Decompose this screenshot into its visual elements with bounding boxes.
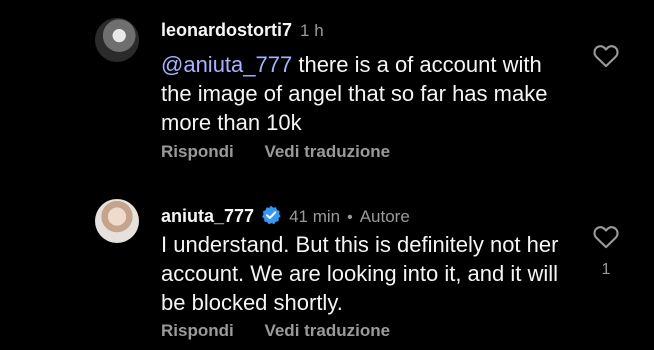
- timestamp: 1 h: [300, 21, 324, 40]
- comment-actions: Rispondi Vedi traduzione: [161, 142, 390, 162]
- translate-button[interactable]: Vedi traduzione: [264, 321, 390, 340]
- mention-link[interactable]: @aniuta_777: [161, 52, 292, 77]
- timestamp: 41 min: [289, 207, 341, 226]
- translate-button[interactable]: Vedi traduzione: [264, 142, 390, 161]
- comment-text: I understand. But this is definitely not…: [161, 230, 561, 317]
- heart-icon[interactable]: [592, 42, 620, 68]
- verified-badge-icon: [261, 205, 281, 225]
- author-label: Autore: [359, 207, 410, 226]
- reply-button[interactable]: Rispondi: [161, 142, 234, 161]
- comment-item: leonardostorti7 1 h @aniuta_777 there is…: [0, 0, 654, 180]
- username[interactable]: aniuta_777: [161, 206, 254, 227]
- avatar[interactable]: [95, 18, 139, 62]
- heart-icon[interactable]: [592, 223, 620, 249]
- separator-dot: •: [347, 209, 353, 226]
- reply-button[interactable]: Rispondi: [161, 321, 234, 340]
- comment-header: aniuta_777 41 min • Autore: [161, 202, 410, 227]
- comment-body: I understand. But this is definitely not…: [161, 232, 559, 315]
- comment-item: aniuta_777 41 min • Autore I understand.…: [0, 185, 654, 350]
- avatar[interactable]: [95, 199, 139, 243]
- like-count: 1: [601, 261, 611, 278]
- comment-actions: Rispondi Vedi traduzione: [161, 321, 390, 341]
- username[interactable]: leonardostorti7: [161, 20, 292, 41]
- comment-header: leonardostorti7 1 h: [161, 20, 324, 41]
- comment-text: @aniuta_777 there is a of account with t…: [161, 50, 561, 137]
